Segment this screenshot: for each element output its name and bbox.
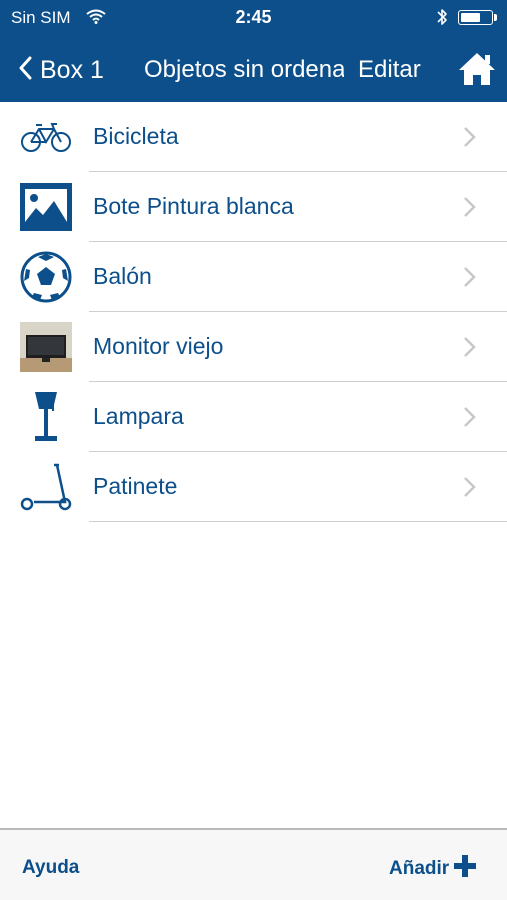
chevron-right-icon	[463, 476, 476, 503]
clock: 2:45	[235, 7, 272, 27]
edit-button[interactable]: Editar	[358, 56, 421, 84]
lamp-icon	[20, 392, 72, 442]
item-list: Bicicleta Bote Pintura blanca Balón Moni…	[0, 102, 507, 522]
item-label: Bicicleta	[93, 123, 179, 149]
list-item[interactable]: Patinete	[0, 452, 507, 522]
chevron-right-icon	[463, 406, 476, 433]
item-label: Balón	[93, 263, 152, 289]
bottom-toolbar: Ayuda Añadir	[0, 828, 507, 900]
image-placeholder-icon	[20, 182, 72, 232]
bluetooth-icon	[436, 7, 448, 32]
monitor-photo-thumbnail	[20, 322, 72, 372]
list-item[interactable]: Monitor viejo	[0, 312, 507, 382]
help-button[interactable]: Ayuda	[22, 857, 79, 879]
chevron-right-icon	[463, 266, 476, 293]
back-button-label: Box 1	[40, 55, 104, 84]
plus-icon	[454, 855, 477, 882]
list-item[interactable]: Lampara	[0, 382, 507, 452]
item-label: Bote Pintura blanca	[93, 193, 294, 219]
page-title: Objetos sin ordenar	[144, 56, 344, 83]
bicycle-icon	[20, 112, 72, 162]
chevron-right-icon	[463, 336, 476, 363]
item-label: Patinete	[93, 473, 178, 499]
item-label: Monitor viejo	[93, 333, 224, 359]
home-button[interactable]	[458, 52, 496, 91]
battery-tip	[494, 14, 497, 21]
battery-icon	[458, 10, 493, 25]
list-item[interactable]: Bote Pintura blanca	[0, 172, 507, 242]
home-icon	[458, 53, 496, 90]
row-divider	[89, 521, 507, 522]
soccer-ball-icon	[20, 251, 72, 303]
scooter-icon	[20, 462, 72, 512]
list-item[interactable]: Bicicleta	[0, 102, 507, 172]
navigation-bar: Box 1 Objetos sin ordenar Editar	[0, 36, 507, 102]
add-button[interactable]: Añadir	[389, 855, 477, 882]
chevron-right-icon	[463, 196, 476, 223]
chevron-right-icon	[463, 126, 476, 153]
item-label: Lampara	[93, 403, 184, 429]
chevron-left-icon	[18, 56, 32, 85]
add-button-label: Añadir	[389, 857, 450, 879]
status-bar: Sin SIM 2:45	[0, 0, 507, 36]
list-item[interactable]: Balón	[0, 242, 507, 312]
header: Sin SIM 2:45 Box 1 Objetos sin ordenar E…	[0, 0, 507, 102]
back-button[interactable]: Box 1	[18, 54, 104, 86]
